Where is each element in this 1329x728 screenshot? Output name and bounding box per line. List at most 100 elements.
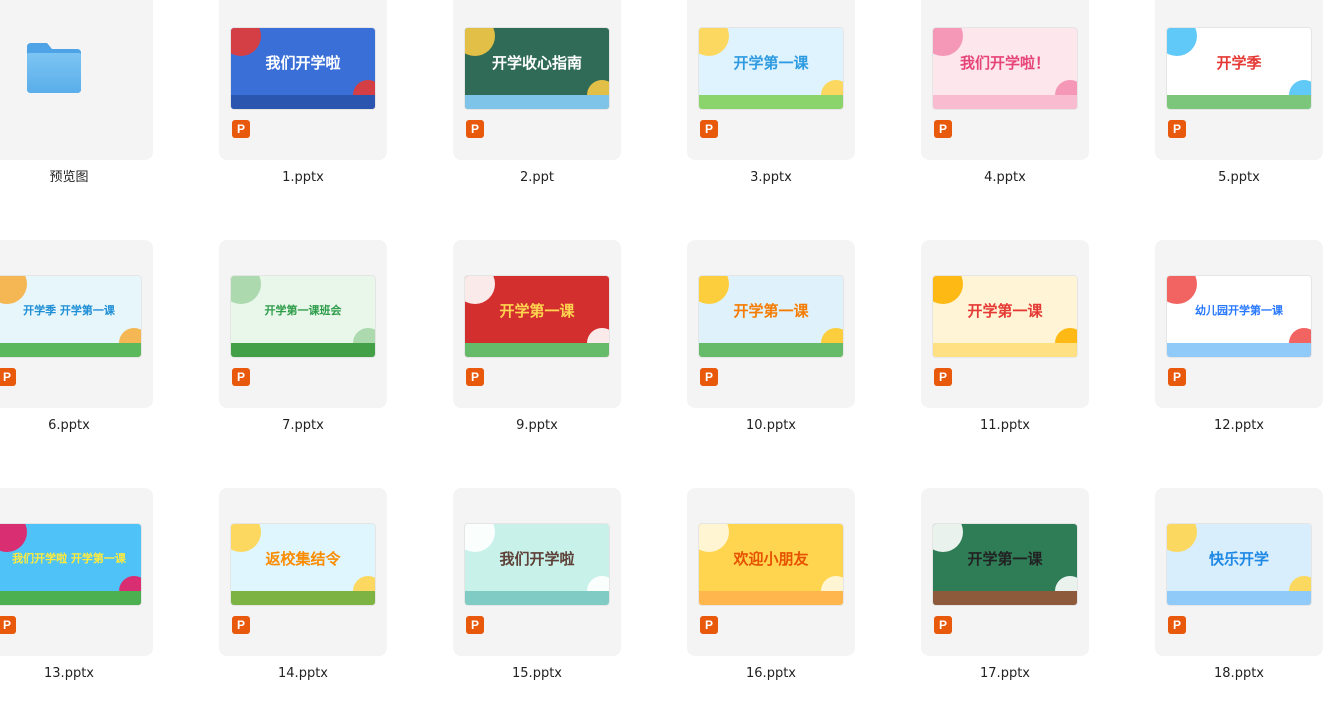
file-name-label[interactable]: 4.pptx: [921, 170, 1089, 186]
thumbnail-title: 开学季: [1216, 54, 1262, 72]
file-tile[interactable]: 返校集结令 P: [219, 488, 387, 656]
thumbnail-title: 开学第一课班会: [264, 304, 342, 317]
thumbnail-ground: [933, 343, 1077, 357]
powerpoint-icon: P: [700, 120, 718, 138]
thumbnail-ground: [231, 591, 375, 605]
file-name-label[interactable]: 预览图: [0, 170, 153, 186]
powerpoint-icon: P: [232, 616, 250, 634]
slide-thumbnail: 返校集结令: [231, 524, 375, 605]
file-tile[interactable]: 我们开学啦 开学第一课 P: [0, 488, 153, 656]
file-name-label[interactable]: 10.pptx: [687, 418, 855, 434]
thumbnail-title: 快乐开学: [1208, 550, 1269, 568]
thumbnail-ground: [1167, 591, 1311, 605]
powerpoint-icon: P: [700, 368, 718, 386]
thumbnail-ground: [231, 343, 375, 357]
folder-tile[interactable]: [0, 0, 153, 160]
slide-thumbnail: 开学季: [1167, 28, 1311, 109]
file-tile[interactable]: 开学第一课 P: [687, 240, 855, 408]
powerpoint-icon: P: [1168, 368, 1186, 386]
file-tile[interactable]: 开学第一课班会 P: [219, 240, 387, 408]
file-name-label[interactable]: 3.pptx: [687, 170, 855, 186]
slide-thumbnail: 开学第一课: [933, 524, 1077, 605]
thumbnail-title: 幼儿园开学第一课: [1195, 304, 1283, 317]
thumbnail-title: 我们开学啦: [499, 550, 575, 568]
file-name-label[interactable]: 1.pptx: [219, 170, 387, 186]
powerpoint-icon: P: [1168, 120, 1186, 138]
powerpoint-icon: P: [232, 120, 250, 138]
thumbnail-ground: [465, 343, 609, 357]
file-name-label[interactable]: 18.pptx: [1155, 666, 1323, 682]
file-tile[interactable]: 开学第一课 P: [921, 240, 1089, 408]
file-tile[interactable]: 欢迎小朋友 P: [687, 488, 855, 656]
file-name-label[interactable]: 14.pptx: [219, 666, 387, 682]
thumbnail-title: 我们开学啦 开学第一课: [12, 552, 126, 565]
file-tile[interactable]: 开学季 P: [1155, 0, 1323, 160]
file-tile[interactable]: 开学第一课 P: [453, 240, 621, 408]
file-tile[interactable]: 开学第一课 P: [921, 488, 1089, 656]
powerpoint-icon: P: [0, 368, 16, 386]
slide-thumbnail: 开学第一课: [465, 276, 609, 357]
thumbnail-ground: [465, 95, 609, 109]
file-name-label[interactable]: 6.pptx: [0, 418, 153, 434]
thumbnail-ground: [0, 343, 141, 357]
thumbnail-ground: [1167, 343, 1311, 357]
slide-thumbnail: 开学收心指南: [465, 28, 609, 109]
powerpoint-icon: P: [934, 120, 952, 138]
thumbnail-ground: [699, 95, 843, 109]
powerpoint-icon: P: [1168, 616, 1186, 634]
file-name-label[interactable]: 5.pptx: [1155, 170, 1323, 186]
thumbnail-title: 欢迎小朋友: [733, 550, 809, 568]
thumbnail-ground: [933, 95, 1077, 109]
thumbnail-title: 开学第一课: [733, 302, 809, 320]
slide-thumbnail: 我们开学啦 开学第一课: [0, 524, 141, 605]
slide-thumbnail: 我们开学啦: [231, 28, 375, 109]
file-name-label[interactable]: 12.pptx: [1155, 418, 1323, 434]
powerpoint-icon: P: [466, 120, 484, 138]
thumbnail-ground: [933, 591, 1077, 605]
file-name-label[interactable]: 13.pptx: [0, 666, 153, 682]
file-tile[interactable]: 开学第一课 P: [687, 0, 855, 160]
file-tile[interactable]: 幼儿园开学第一课 P: [1155, 240, 1323, 408]
thumbnail-ground: [699, 343, 843, 357]
file-tile[interactable]: 开学季 开学第一课 P: [0, 240, 153, 408]
file-name-label[interactable]: 11.pptx: [921, 418, 1089, 434]
thumbnail-title: 返校集结令: [265, 550, 341, 568]
powerpoint-icon: P: [466, 368, 484, 386]
powerpoint-icon: P: [934, 368, 952, 386]
slide-thumbnail: 快乐开学: [1167, 524, 1311, 605]
slide-thumbnail: 开学第一课: [699, 276, 843, 357]
thumbnail-title: 开学第一课: [733, 54, 809, 72]
file-tile[interactable]: 我们开学啦！ P: [921, 0, 1089, 160]
thumbnail-title: 开学收心指南: [491, 54, 582, 72]
thumbnail-title: 开学第一课: [967, 550, 1043, 568]
slide-thumbnail: 开学季 开学第一课: [0, 276, 141, 357]
thumbnail-ground: [0, 591, 141, 605]
thumbnail-title: 开学季 开学第一课: [23, 304, 115, 317]
file-name-label[interactable]: 15.pptx: [453, 666, 621, 682]
thumbnail-ground: [465, 591, 609, 605]
file-tile[interactable]: 快乐开学 P: [1155, 488, 1323, 656]
thumbnail-ground: [1167, 95, 1311, 109]
file-tile[interactable]: 我们开学啦 P: [453, 488, 621, 656]
thumbnail-ground: [699, 591, 843, 605]
file-name-label[interactable]: 9.pptx: [453, 418, 621, 434]
thumbnail-title: 开学第一课: [967, 302, 1043, 320]
file-name-label[interactable]: 7.pptx: [219, 418, 387, 434]
slide-thumbnail: 开学第一课: [699, 28, 843, 109]
thumbnail-title: 开学第一课: [499, 302, 575, 320]
powerpoint-icon: P: [0, 616, 16, 634]
thumbnail-title: 我们开学啦！: [959, 54, 1050, 72]
thumbnail-ground: [231, 95, 375, 109]
thumbnail-title: 我们开学啦: [265, 54, 341, 72]
slide-thumbnail: 我们开学啦: [465, 524, 609, 605]
slide-thumbnail: 幼儿园开学第一课: [1167, 276, 1311, 357]
file-name-label[interactable]: 2.ppt: [453, 170, 621, 186]
file-tile[interactable]: 我们开学啦 P: [219, 0, 387, 160]
file-name-label[interactable]: 17.pptx: [921, 666, 1089, 682]
powerpoint-icon: P: [700, 616, 718, 634]
file-tile[interactable]: 开学收心指南 P: [453, 0, 621, 160]
file-name-label[interactable]: 16.pptx: [687, 666, 855, 682]
powerpoint-icon: P: [934, 616, 952, 634]
slide-thumbnail: 欢迎小朋友: [699, 524, 843, 605]
folder-icon: [27, 43, 81, 93]
